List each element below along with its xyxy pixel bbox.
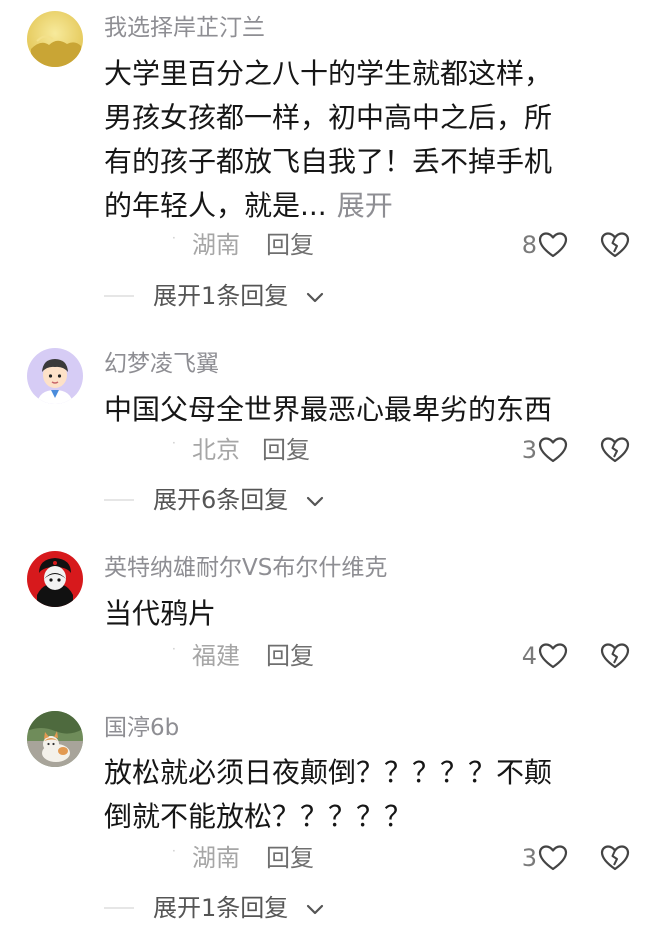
like-count: 8 bbox=[521, 231, 537, 259]
chevron-down-icon bbox=[306, 292, 324, 303]
heart-icon[interactable] bbox=[538, 436, 568, 464]
heart-icon[interactable] bbox=[538, 642, 568, 670]
comment-list: 我选择岸芷汀兰 大学里百分之八十的学生就都这样， 男孩女孩都一样，初中高中之后，… bbox=[0, 0, 660, 939]
comment-meta: · 福建 回复 4 bbox=[0, 638, 660, 674]
expand-replies-button[interactable]: 展开1条回复 bbox=[0, 890, 660, 926]
username[interactable]: 幻梦凌飞翼 bbox=[104, 349, 219, 379]
reply-button[interactable]: 回复 bbox=[266, 227, 314, 263]
expand-replies-label: 展开1条回复 bbox=[153, 282, 289, 310]
location-label: 福建 bbox=[192, 642, 240, 670]
divider-line bbox=[104, 295, 134, 297]
broken-heart-icon[interactable] bbox=[600, 642, 630, 670]
divider-line bbox=[104, 499, 134, 501]
username[interactable]: 我选择岸芷汀兰 bbox=[104, 13, 265, 43]
comment-meta: · 北京 回复 3 bbox=[0, 432, 660, 468]
comment-line: 男孩女孩都一样，初中高中之后，所 bbox=[104, 101, 553, 134]
meta-dot: · bbox=[172, 231, 176, 245]
cat-photo-avatar[interactable] bbox=[27, 711, 83, 767]
expand-replies-button[interactable]: 展开1条回复 bbox=[0, 278, 660, 314]
comment-line: 倒就不能放松？？？？？ bbox=[104, 800, 413, 833]
like-count: 4 bbox=[521, 642, 537, 670]
location-label: 湖南 bbox=[192, 844, 240, 872]
meta-dot: · bbox=[172, 436, 176, 450]
red-portrait-avatar[interactable] bbox=[27, 551, 83, 607]
chevron-down-icon bbox=[306, 904, 324, 915]
username[interactable]: 英特纳雄耐尔VS布尔什维克 bbox=[104, 553, 387, 583]
expand-replies-button[interactable]: 展开6条回复 bbox=[0, 482, 660, 518]
reply-button[interactable]: 回复 bbox=[266, 840, 314, 876]
reply-button[interactable]: 回复 bbox=[262, 432, 310, 468]
location-label: 湖南 bbox=[192, 231, 240, 259]
comment-line: 当代鸦片 bbox=[104, 597, 217, 630]
comment-meta: · 湖南 回复 3 bbox=[0, 840, 660, 876]
gold-landscape-avatar[interactable] bbox=[27, 11, 83, 67]
broken-heart-icon[interactable] bbox=[600, 844, 630, 872]
comment-line: 的年轻人，就是... 展开 bbox=[104, 184, 644, 228]
meta-dot: · bbox=[172, 642, 176, 656]
like-count: 3 bbox=[521, 844, 537, 872]
comment-text: 中国父母全世界最恶心最卑劣的东西 bbox=[104, 388, 644, 432]
broken-heart-icon[interactable] bbox=[600, 231, 630, 259]
expand-replies-label: 展开6条回复 bbox=[153, 486, 289, 514]
comment-text: 放松就必须日夜颠倒？？？？？不颠 倒就不能放松？？？？？ bbox=[104, 751, 644, 839]
comment-line: 中国父母全世界最恶心最卑劣的东西 bbox=[104, 393, 553, 426]
divider-line bbox=[104, 907, 134, 909]
comment-line-text: 的年轻人，就是... bbox=[104, 189, 327, 222]
heart-icon[interactable] bbox=[538, 844, 568, 872]
reply-button[interactable]: 回复 bbox=[266, 638, 314, 674]
comment-text: 当代鸦片 bbox=[104, 592, 644, 636]
cartoon-boy-avatar[interactable] bbox=[27, 348, 83, 404]
comment-line: 放松就必须日夜颠倒？？？？？不颠 bbox=[104, 756, 553, 789]
like-count: 3 bbox=[521, 436, 537, 464]
comment-meta: · 湖南 回复 8 bbox=[0, 227, 660, 263]
expand-replies-label: 展开1条回复 bbox=[153, 894, 289, 922]
expand-text-link[interactable]: 展开 bbox=[337, 189, 393, 222]
comment-text: 大学里百分之八十的学生就都这样， 男孩女孩都一样，初中高中之后，所 有的孩子都放… bbox=[104, 52, 644, 228]
comment-line: 有的孩子都放飞自我了！丢不掉手机 bbox=[104, 145, 553, 178]
location-label: 北京 bbox=[192, 436, 240, 464]
chevron-down-icon bbox=[306, 496, 324, 507]
heart-icon[interactable] bbox=[538, 231, 568, 259]
comment-line: 大学里百分之八十的学生就都这样， bbox=[104, 57, 553, 90]
username[interactable]: 国渟6b bbox=[104, 713, 179, 743]
broken-heart-icon[interactable] bbox=[600, 436, 630, 464]
meta-dot: · bbox=[172, 844, 176, 858]
